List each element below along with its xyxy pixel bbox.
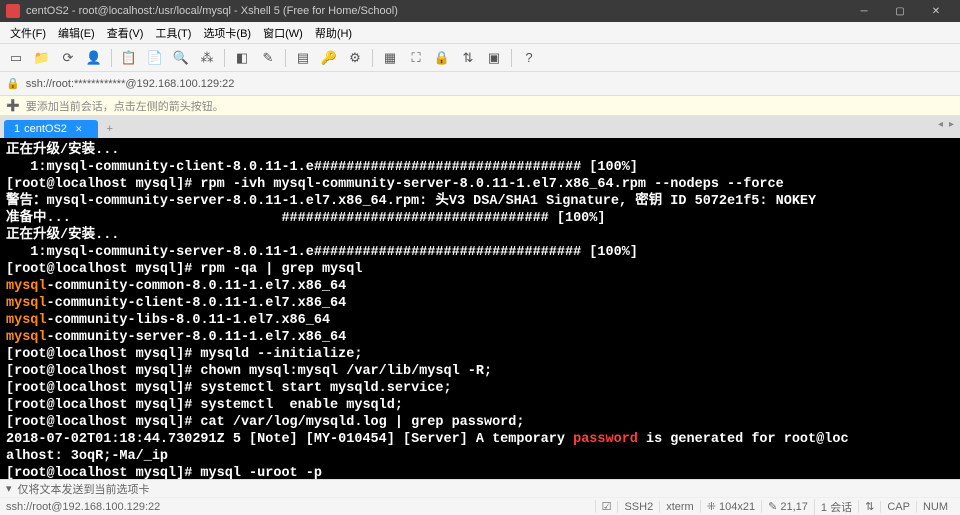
terminal-line: 2018-07-02T01:18:44.730291Z 5 [Note] [MY… [6, 432, 573, 447]
separator [111, 49, 112, 67]
status-capslock: CAP [880, 501, 916, 513]
maximize-button[interactable]: ▢ [882, 0, 918, 22]
copy-icon[interactable]: 📋 [117, 46, 141, 70]
tab-close-icon[interactable]: ✕ [75, 124, 83, 135]
menu-help[interactable]: 帮助(H) [309, 22, 358, 44]
tile-icon[interactable]: ▦ [378, 46, 402, 70]
separator [285, 49, 286, 67]
grep-match: mysql [6, 330, 47, 345]
status-cursor-value: 21,17 [780, 501, 808, 513]
status-protocol: SSH2 [617, 501, 659, 513]
terminal-line: [root@localhost mysql]# systemctl enable… [6, 398, 403, 413]
session-tab-centos2[interactable]: 1 centOS2 ✕ [4, 120, 98, 138]
titlebar: centOS2 - root@localhost:/usr/local/mysq… [0, 0, 960, 22]
lock-icon[interactable]: 🔒 [430, 46, 454, 70]
connection-string[interactable]: ssh://root:************@192.168.100.129:… [26, 78, 235, 90]
menu-tools[interactable]: 工具(T) [149, 22, 197, 44]
window-controls: ─ ▢ ✕ [846, 0, 954, 22]
menu-window[interactable]: 窗口(W) [257, 22, 309, 44]
terminal-text: -community-libs-8.0.11-1.el7.x86_64 [47, 313, 331, 328]
terminal-line: 正在升级/安装... [6, 143, 119, 158]
open-icon[interactable]: 📁 [30, 46, 54, 70]
grep-match: mysql [6, 296, 47, 311]
terminal-line: [root@localhost mysql]# systemctl start … [6, 381, 452, 396]
status-termtype: xterm [659, 501, 700, 513]
compose-menu-icon[interactable]: ▾ [6, 482, 12, 495]
hint-bar: ➕ 要添加当前会话，点击左侧的箭头按钮。 [0, 96, 960, 116]
terminal-line: 1:mysql-community-server-8.0.11-1.e#####… [6, 245, 638, 260]
status-termsize-value: 104x21 [719, 501, 755, 513]
hint-icon: ➕ [6, 99, 20, 112]
terminal-line: [root@localhost mysql]# chown mysql:mysq… [6, 364, 492, 379]
terminal-text: -community-server-8.0.11-1.el7.x86_64 [47, 330, 347, 345]
tab-bar: 1 centOS2 ✕ + ◂ ▸ [0, 116, 960, 138]
terminal[interactable]: 正在升级/安装... 1:mysql-community-client-8.0.… [0, 138, 960, 479]
tab-prev-icon[interactable]: ◂ [938, 119, 943, 130]
terminal-line: 警告：mysql-community-server-8.0.11-1.el7.x… [6, 194, 816, 209]
tab-label: centOS2 [24, 123, 67, 135]
grep-match: mysql [6, 279, 47, 294]
profile-icon[interactable]: 👤 [82, 46, 106, 70]
tab-add-button[interactable]: + [98, 120, 120, 138]
menu-view[interactable]: 查看(V) [101, 22, 150, 44]
minimize-button[interactable]: ─ [846, 0, 882, 22]
tab-index: 1 [14, 123, 20, 135]
status-connection: ssh://root@192.168.100.129:22 [6, 501, 595, 513]
separator [224, 49, 225, 67]
terminal-text: -community-common-8.0.11-1.el7.x86_64 [47, 279, 347, 294]
key-icon[interactable]: 🔑 [317, 46, 341, 70]
broadcast-icon[interactable]: ▣ [482, 46, 506, 70]
grep-match: mysql [6, 313, 47, 328]
terminal-line: 正在升级/安装... [6, 228, 119, 243]
tab-next-icon[interactable]: ▸ [949, 119, 954, 130]
address-bar: 🔒 ssh://root:************@192.168.100.12… [0, 72, 960, 96]
terminal-line: [root@localhost mysql]# rpm -ivh mysql-c… [6, 177, 784, 192]
status-network-icon: ⇅ [858, 500, 880, 513]
window-title: centOS2 - root@localhost:/usr/local/mysq… [26, 5, 846, 17]
reconnect-icon[interactable]: ⟳ [56, 46, 80, 70]
font-icon[interactable]: ⁂ [195, 46, 219, 70]
status-icon: ☑ [595, 500, 618, 513]
status-termsize: ⁜ 104x21 [700, 500, 761, 513]
terminal-line: 1:mysql-community-client-8.0.11-1.e#####… [6, 160, 638, 175]
terminal-line: [root@localhost mysql]# mysql -uroot -p [6, 466, 322, 479]
script-icon[interactable]: ▤ [291, 46, 315, 70]
highlight-icon[interactable]: ✎ [256, 46, 280, 70]
separator [372, 49, 373, 67]
new-session-icon[interactable]: ▭ [4, 46, 28, 70]
tools-icon[interactable]: ⚙ [343, 46, 367, 70]
compose-hint: 仅将文本发送到当前选项卡 [18, 481, 150, 497]
compose-bar[interactable]: ▾ 仅将文本发送到当前选项卡 [0, 479, 960, 497]
terminal-line: alhost: 3oqR;-Ma/_ip [6, 449, 168, 464]
tab-nav: ◂ ▸ [938, 119, 954, 130]
color-icon[interactable]: ◧ [230, 46, 254, 70]
search-icon[interactable]: 🔍 [169, 46, 193, 70]
status-sessions: 1 会话 [814, 499, 858, 515]
toolbar: ▭ 📁 ⟳ 👤 📋 📄 🔍 ⁂ ◧ ✎ ▤ 🔑 ⚙ ▦ ⛶ 🔒 ⇅ ▣ ? [0, 44, 960, 72]
app-icon [6, 4, 20, 18]
separator [511, 49, 512, 67]
help-icon[interactable]: ? [517, 46, 541, 70]
terminal-line: [root@localhost mysql]# rpm -qa | grep m… [6, 262, 362, 277]
terminal-text: is generated for root@loc [638, 432, 849, 447]
close-button[interactable]: ✕ [918, 0, 954, 22]
status-cursor: ✎ 21,17 [761, 500, 814, 513]
lock-status-icon: 🔒 [6, 77, 20, 90]
fullscreen-icon[interactable]: ⛶ [404, 46, 428, 70]
status-numlock: NUM [916, 501, 954, 513]
menu-tabs[interactable]: 选项卡(B) [197, 22, 257, 44]
menu-edit[interactable]: 编辑(E) [52, 22, 101, 44]
terminal-text: -community-client-8.0.11-1.el7.x86_64 [47, 296, 347, 311]
status-bar: ssh://root@192.168.100.129:22 ☑ SSH2 xte… [0, 497, 960, 515]
menubar: 文件(F) 编辑(E) 查看(V) 工具(T) 选项卡(B) 窗口(W) 帮助(… [0, 22, 960, 44]
menu-file[interactable]: 文件(F) [4, 22, 52, 44]
hint-text: 要添加当前会话，点击左侧的箭头按钮。 [26, 98, 224, 114]
paste-icon[interactable]: 📄 [143, 46, 167, 70]
terminal-line: [root@localhost mysql]# cat /var/log/mys… [6, 415, 524, 430]
terminal-line: 准备中... #################################… [6, 211, 606, 226]
transfer-icon[interactable]: ⇅ [456, 46, 480, 70]
grep-match: password [573, 432, 638, 447]
terminal-line: [root@localhost mysql]# mysqld --initial… [6, 347, 362, 362]
